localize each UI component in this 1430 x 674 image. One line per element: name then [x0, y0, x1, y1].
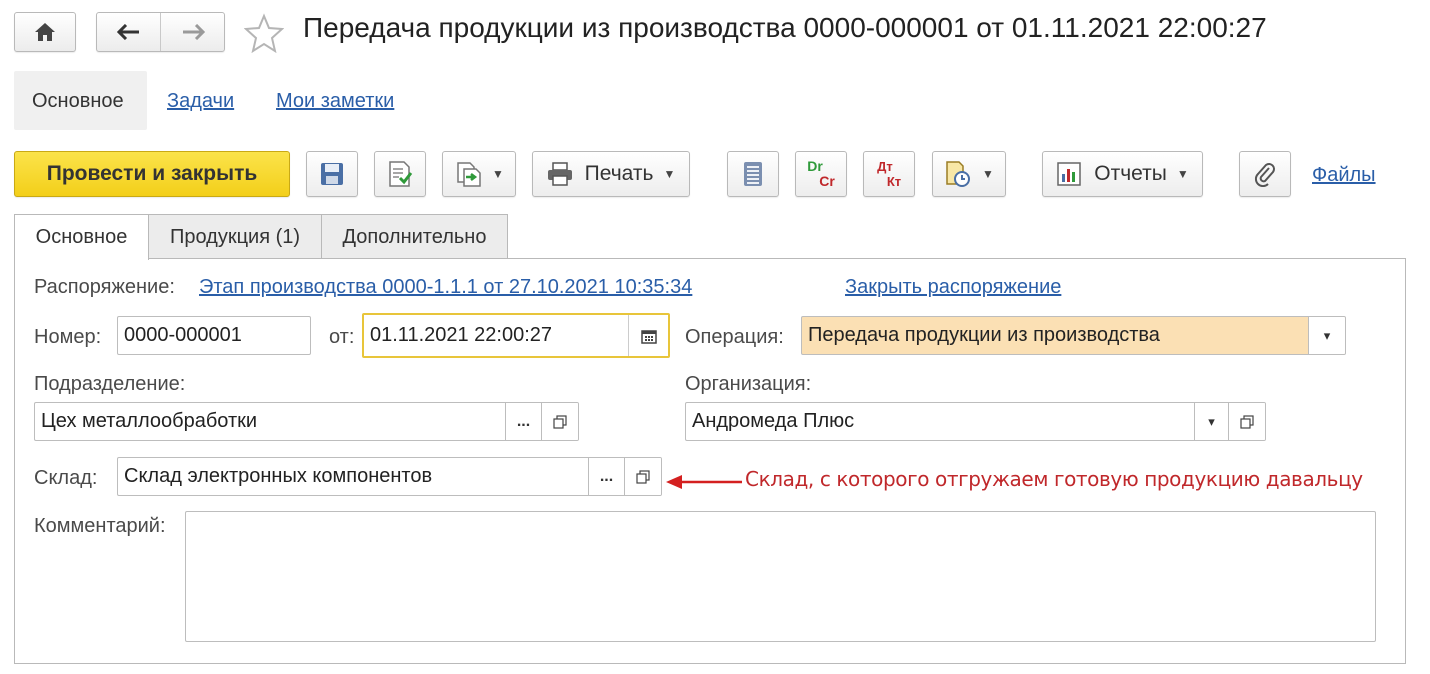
date-value: 01.11.2021 22:00:27 — [370, 324, 553, 346]
post-and-close-button[interactable]: Провести и закрыть — [14, 151, 290, 197]
number-field[interactable]: 0000-000001 — [117, 316, 311, 355]
related-documents-button[interactable]: ▼ — [932, 151, 1006, 197]
section-tasks[interactable]: Задачи — [167, 90, 234, 113]
create-based-on-button[interactable]: ▼ — [442, 151, 516, 197]
history-nav — [96, 12, 225, 52]
back-button[interactable] — [97, 13, 161, 51]
date-field[interactable]: 01.11.2021 22:00:27 — [362, 313, 670, 358]
post-button[interactable] — [374, 151, 426, 197]
order-link[interactable]: Этап производства 0000-1.1.1 от 27.10.20… — [199, 276, 692, 299]
open-window-icon — [636, 469, 650, 484]
print-button[interactable]: Печать ▼ — [532, 151, 690, 197]
department-label: Подразделение: — [34, 373, 186, 395]
page-title: Передача продукции из производства 0000-… — [303, 12, 1267, 43]
annotation-arrow-icon — [666, 475, 742, 489]
number-value: 0000-000001 — [124, 324, 242, 346]
create-based-icon — [457, 162, 481, 187]
warehouse-choose-button[interactable]: ... — [588, 458, 624, 495]
operation-label: Операция: — [685, 326, 784, 348]
reports-button[interactable]: Отчеты ▼ — [1042, 151, 1203, 197]
comment-label: Комментарий: — [34, 515, 166, 537]
operation-dropdown-button[interactable]: ▾ — [1308, 317, 1345, 354]
chevron-down-icon: ▼ — [663, 167, 676, 181]
tab-main[interactable]: Основное — [14, 214, 149, 260]
dr-cr-button[interactable]: Dr Cr — [795, 151, 847, 197]
calendar-icon — [640, 329, 657, 344]
arrow-left-icon — [116, 24, 139, 40]
warehouse-value: Склад электронных компонентов — [124, 465, 433, 487]
attach-button[interactable] — [1239, 151, 1291, 197]
cr-label: Cr — [819, 173, 835, 189]
tab-products[interactable]: Продукция (1) — [148, 214, 322, 259]
comment-field[interactable] — [185, 511, 1376, 642]
kt-label: Кт — [886, 174, 902, 189]
dt-kt-button[interactable]: Дт Кт — [863, 151, 915, 197]
calendar-button[interactable] — [628, 315, 668, 356]
order-label: Распоряжение: — [34, 276, 175, 298]
organization-label: Организация: — [685, 373, 812, 395]
number-label: Номер: — [34, 326, 102, 348]
print-label: Печать — [584, 162, 654, 185]
department-open-button[interactable] — [541, 403, 578, 440]
department-choose-button[interactable]: ... — [505, 403, 541, 440]
chevron-down-icon: ▾ — [1323, 327, 1331, 343]
chevron-down-icon: ▼ — [1176, 167, 1189, 181]
reports-label: Отчеты — [1094, 162, 1167, 185]
arrow-right-icon — [182, 24, 205, 40]
home-button[interactable] — [14, 12, 76, 52]
forward-button[interactable] — [161, 13, 224, 51]
section-notes[interactable]: Мои заметки — [276, 90, 394, 113]
reports-icon — [1057, 162, 1081, 186]
star-icon[interactable] — [243, 13, 285, 54]
dt-label: Дт — [877, 159, 893, 174]
operation-value: Передача продукции из производства — [808, 324, 1160, 346]
save-button[interactable] — [306, 151, 358, 197]
organization-field[interactable]: Андромеда Плюс ▾ — [685, 402, 1266, 441]
journal-icon — [744, 162, 762, 186]
home-icon — [15, 13, 75, 51]
document-journal-button[interactable] — [727, 151, 779, 197]
files-link[interactable]: Файлы — [1312, 164, 1376, 187]
post-document-icon — [389, 161, 413, 187]
warehouse-open-button[interactable] — [624, 458, 661, 495]
annotation-text: Склад, с которого отгружаем готовую прод… — [745, 467, 1363, 491]
save-icon — [321, 163, 343, 185]
ellipsis-icon: ... — [599, 467, 614, 485]
open-window-icon — [1240, 414, 1254, 429]
open-window-icon — [553, 414, 567, 429]
operation-select[interactable]: Передача продукции из производства ▾ — [801, 316, 1346, 355]
organization-value: Андромеда Плюс — [692, 410, 855, 432]
chevron-down-icon: ▾ — [1208, 413, 1215, 429]
chevron-down-icon: ▼ — [492, 167, 504, 181]
tab-additional[interactable]: Дополнительно — [321, 214, 508, 259]
warehouse-field[interactable]: Склад электронных компонентов ... — [117, 457, 662, 496]
paperclip-icon — [1254, 163, 1275, 187]
close-order-link[interactable]: Закрыть распоряжение — [845, 276, 1061, 299]
ellipsis-icon: ... — [516, 412, 531, 430]
organization-open-button[interactable] — [1228, 403, 1265, 440]
printer-icon — [547, 162, 572, 186]
date-label: от: — [329, 326, 355, 348]
department-field[interactable]: Цех металлообработки ... — [34, 402, 579, 441]
section-main[interactable]: Основное — [32, 90, 124, 113]
department-value: Цех металлообработки — [41, 410, 258, 432]
warehouse-label: Склад: — [34, 467, 98, 489]
dr-label: Dr — [807, 158, 823, 174]
related-docs-icon — [946, 161, 971, 187]
organization-dropdown-button[interactable]: ▾ — [1194, 403, 1228, 440]
chevron-down-icon: ▼ — [982, 167, 994, 181]
